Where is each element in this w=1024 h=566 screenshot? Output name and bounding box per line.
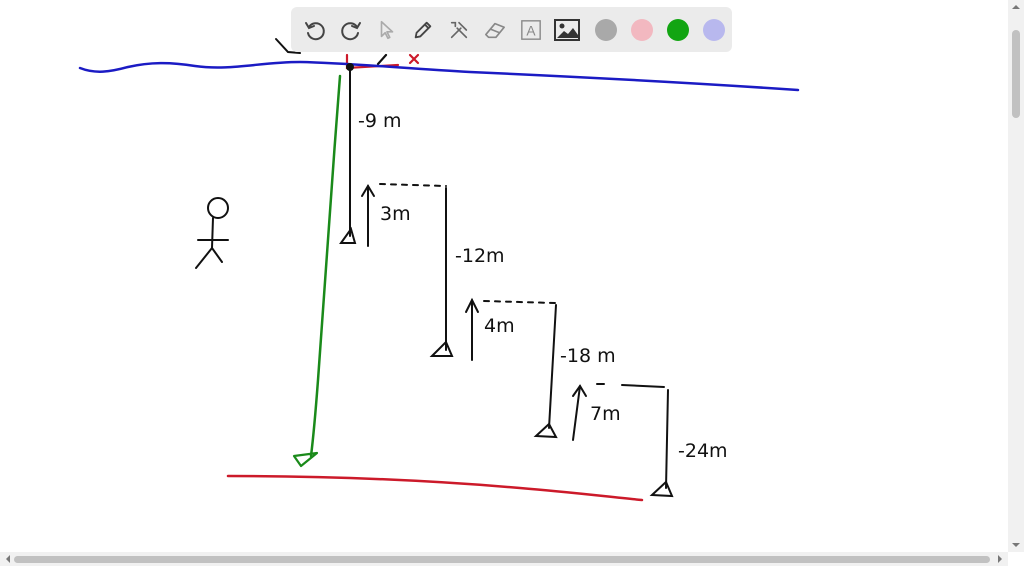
descent-1-arrow <box>339 63 357 244</box>
scroll-down-arrow-icon[interactable] <box>1008 538 1024 552</box>
tools-icon <box>450 21 468 38</box>
eraser-icon <box>485 22 505 38</box>
text-icon: A <box>521 19 541 40</box>
eraser-button[interactable] <box>477 12 513 48</box>
drawing-canvas[interactable]: -9 m 3m -12m 4m -18 m 7m -24m <box>0 0 1008 552</box>
vertical-scroll-thumb[interactable] <box>1012 30 1020 118</box>
label-third-ascent: 7m <box>590 403 621 425</box>
scroll-right-arrow-icon[interactable] <box>992 552 1008 566</box>
pen-button[interactable] <box>405 12 441 48</box>
label-fourth-descent: -24m <box>678 440 728 462</box>
color-swatch-green[interactable] <box>667 18 689 41</box>
label-third-descent: -18 m <box>560 345 616 367</box>
label-second-ascent: 4m <box>484 315 515 337</box>
image-icon <box>554 18 580 41</box>
label-second-descent: -12m <box>455 245 505 267</box>
drawing-toolbar: A <box>291 7 732 52</box>
descent-3-arrow <box>533 304 558 439</box>
svg-text:A: A <box>526 23 536 38</box>
undo-icon <box>305 21 325 40</box>
total-depth-arrowhead <box>292 451 319 468</box>
redo-button[interactable] <box>333 12 369 48</box>
vertical-scrollbar[interactable] <box>1008 0 1024 552</box>
color-swatch-pink[interactable] <box>631 18 653 41</box>
sea-floor-line <box>226 474 644 502</box>
pen-icon <box>414 21 432 38</box>
water-surface-line <box>78 60 800 92</box>
image-button[interactable] <box>549 12 585 48</box>
select-button[interactable] <box>369 12 405 48</box>
stick-figure <box>195 197 229 269</box>
text-button[interactable]: A <box>513 12 549 48</box>
scroll-up-arrow-icon[interactable] <box>1008 0 1024 14</box>
descent-4-arrow <box>649 389 674 498</box>
total-depth-arrow <box>309 74 342 458</box>
label-first-descent: -9 m <box>358 110 402 132</box>
color-swatch-gray[interactable] <box>595 18 617 41</box>
select-pointer-icon <box>380 20 394 39</box>
descent-2-arrow <box>429 187 454 357</box>
horizontal-scrollbar[interactable] <box>0 552 1008 566</box>
label-first-ascent: 3m <box>380 203 411 225</box>
tools-button[interactable] <box>441 12 477 48</box>
horizontal-scroll-thumb[interactable] <box>14 556 990 563</box>
color-swatch-lavender[interactable] <box>703 18 725 41</box>
undo-button[interactable] <box>297 12 333 48</box>
redo-icon <box>341 21 361 40</box>
